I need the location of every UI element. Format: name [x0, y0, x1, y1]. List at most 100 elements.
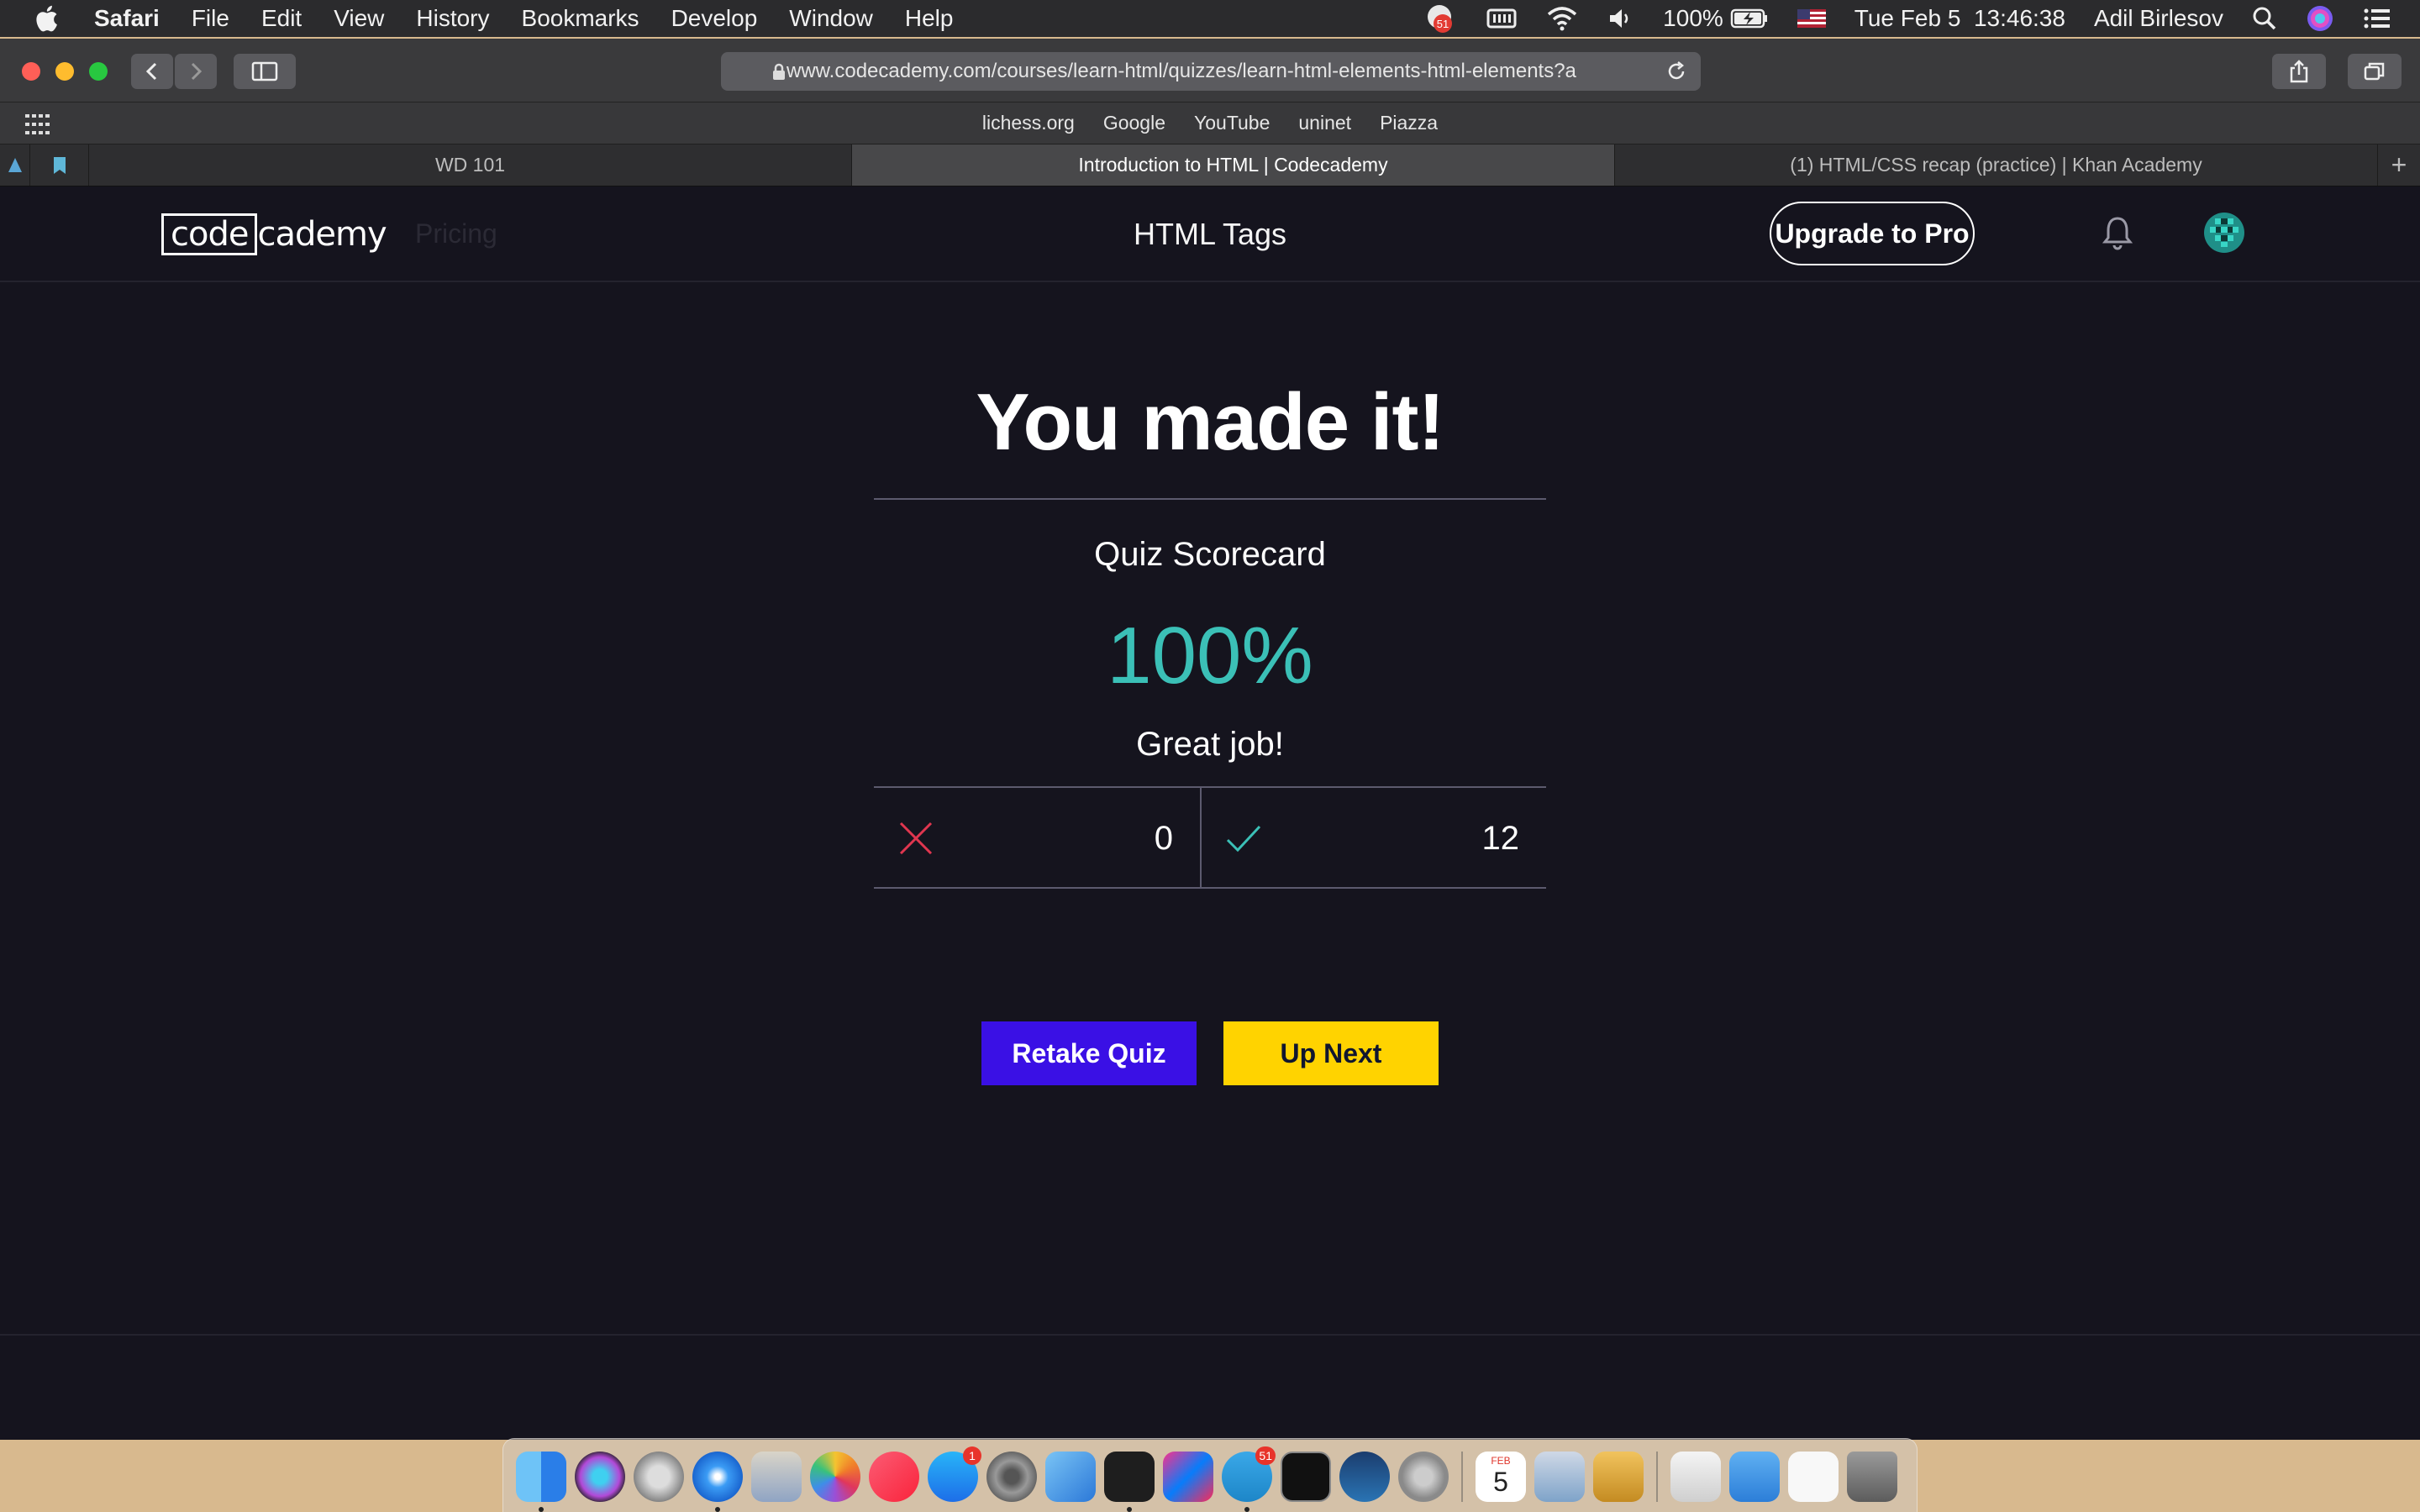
up-next-button[interactable]: Up Next — [1223, 1021, 1439, 1085]
favorite-google[interactable]: Google — [1103, 112, 1165, 134]
menu-status-area: 51 100% Tue Feb 5 13:46:38 Adil Birlesov — [1424, 0, 2420, 37]
spotlight-icon[interactable] — [2252, 6, 2277, 31]
bookmark-site-icon — [53, 156, 66, 174]
apple-icon[interactable] — [32, 3, 64, 34]
launchpad-icon[interactable] — [634, 1452, 684, 1502]
correct-tally: 12 — [1202, 788, 1546, 887]
score-tally: 0 12 — [874, 786, 1546, 889]
flag-icon[interactable] — [1797, 9, 1826, 28]
siri-icon[interactable] — [575, 1452, 625, 1502]
tabs-icon — [2364, 62, 2385, 81]
documents-icon[interactable] — [1670, 1452, 1721, 1502]
app-store-icon[interactable]: 1 — [928, 1446, 981, 1502]
avatar[interactable] — [2203, 212, 2245, 254]
favorite-piazza[interactable]: Piazza — [1380, 112, 1438, 134]
music-icon[interactable] — [869, 1452, 919, 1502]
safari-icon[interactable] — [692, 1452, 743, 1512]
pinned-site-icon — [8, 157, 22, 172]
forward-button[interactable] — [175, 54, 217, 89]
running-indicator — [1127, 1507, 1132, 1512]
tab-khan-academy[interactable]: (1) HTML/CSS recap (practice) | Khan Aca… — [1615, 144, 2378, 186]
menu-user[interactable]: Adil Birlesov — [2094, 5, 2223, 32]
intellij-icon[interactable] — [1163, 1452, 1213, 1502]
menu-file[interactable]: File — [192, 5, 229, 32]
keychain-icon[interactable] — [1398, 1452, 1449, 1502]
lock-icon — [773, 63, 785, 80]
running-indicator — [715, 1507, 720, 1512]
reload-icon[interactable] — [1665, 60, 1687, 82]
upgrade-to-pro-button[interactable]: Upgrade to Pro — [1770, 202, 1975, 265]
tab-bar: WD 101 Introduction to HTML | Codecademy… — [0, 144, 2420, 186]
system-preferences-icon[interactable] — [986, 1452, 1037, 1502]
menu-app-safari[interactable]: Safari — [94, 5, 160, 32]
menu-edit[interactable]: Edit — [261, 5, 302, 32]
share-button[interactable] — [2272, 54, 2326, 89]
retake-quiz-button[interactable]: Retake Quiz — [981, 1021, 1197, 1085]
incorrect-count: 0 — [1154, 820, 1173, 857]
calendar-month: FEB — [1491, 1455, 1511, 1467]
sidebar-toggle-button[interactable] — [234, 54, 296, 89]
keyboard-icon[interactable] — [1486, 7, 1517, 30]
volume-icon[interactable] — [1607, 7, 1634, 30]
close-window-button[interactable] — [22, 62, 40, 81]
calendar-day: 5 — [1493, 1467, 1508, 1497]
chevron-left-icon — [145, 62, 157, 81]
menu-help[interactable]: Help — [905, 5, 954, 32]
tabs-overview-button[interactable] — [2348, 54, 2402, 89]
file-icon[interactable] — [1788, 1452, 1839, 1502]
menu-view[interactable]: View — [334, 5, 384, 32]
score-percent: 100% — [1107, 611, 1313, 701]
share-icon — [2290, 60, 2308, 83]
favorite-uninet[interactable]: uninet — [1298, 112, 1351, 134]
grid-icon[interactable] — [25, 114, 50, 134]
notification-icon[interactable]: 51 — [1424, 2, 1458, 35]
maximize-window-button[interactable] — [89, 62, 108, 81]
xcode-icon[interactable] — [1045, 1452, 1096, 1502]
dock: 1 51 FEB 5 — [502, 1438, 1918, 1512]
vscode-icon[interactable] — [1104, 1452, 1155, 1512]
mail-icon[interactable] — [751, 1452, 802, 1502]
calendar-icon[interactable]: FEB 5 — [1476, 1452, 1526, 1502]
trash-icon[interactable] — [1847, 1452, 1897, 1502]
downloads-folder-icon[interactable] — [1729, 1452, 1780, 1502]
score-message: Great job! — [1136, 726, 1284, 763]
siri-icon[interactable] — [2306, 4, 2334, 33]
tab-wd101[interactable]: WD 101 — [89, 144, 852, 186]
notification-badge: 51 — [1437, 18, 1449, 30]
course-title: HTML Tags — [1133, 217, 1287, 251]
favorite-youtube[interactable]: YouTube — [1194, 112, 1270, 134]
site-header: code cademy Pricing HTML Tags Upgrade to… — [0, 186, 2420, 282]
favorites-bar: lichess.org Google YouTube uninet Piazza — [0, 102, 2420, 144]
address-bar[interactable]: www.codecademy.com/courses/learn-html/qu… — [721, 52, 1701, 91]
finder-icon[interactable] — [516, 1452, 566, 1512]
favorite-lichess[interactable]: lichess.org — [982, 112, 1075, 134]
menu-history[interactable]: History — [416, 5, 489, 32]
tab-codecademy[interactable]: Introduction to HTML | Codecademy — [852, 144, 1615, 186]
menu-clock[interactable]: Tue Feb 5 13:46:38 — [1854, 5, 2065, 32]
notification-center-icon[interactable] — [2363, 7, 2391, 30]
new-tab-button[interactable]: + — [2378, 144, 2420, 186]
bell-icon[interactable] — [2102, 215, 2133, 250]
steam-icon[interactable] — [1339, 1452, 1390, 1502]
wifi-icon[interactable] — [1545, 6, 1579, 31]
terminal-icon[interactable] — [1281, 1452, 1331, 1502]
menu-window[interactable]: Window — [789, 5, 873, 32]
back-button[interactable] — [131, 54, 173, 89]
pinned-tab-2[interactable] — [30, 144, 89, 186]
pinned-tab-1[interactable] — [0, 144, 30, 186]
browser-window: www.codecademy.com/courses/learn-html/qu… — [0, 39, 2420, 1440]
battery-icon[interactable] — [1730, 8, 1769, 29]
url-text: www.codecademy.com/courses/learn-html/qu… — [786, 60, 1576, 82]
footer-divider — [0, 1334, 2420, 1336]
telegram-badge: 51 — [1255, 1446, 1276, 1465]
sidebar-icon — [251, 61, 278, 81]
telegram-icon[interactable]: 51 — [1222, 1446, 1276, 1512]
minimize-window-button[interactable] — [55, 62, 74, 81]
menu-develop[interactable]: Develop — [671, 5, 758, 32]
result-title: You made it! — [976, 377, 1445, 467]
chevron-right-icon — [191, 62, 203, 81]
photos-icon[interactable] — [810, 1452, 860, 1502]
menu-bookmarks[interactable]: Bookmarks — [522, 5, 639, 32]
shield-app-icon[interactable] — [1593, 1452, 1644, 1502]
preview-icon[interactable] — [1534, 1452, 1585, 1502]
